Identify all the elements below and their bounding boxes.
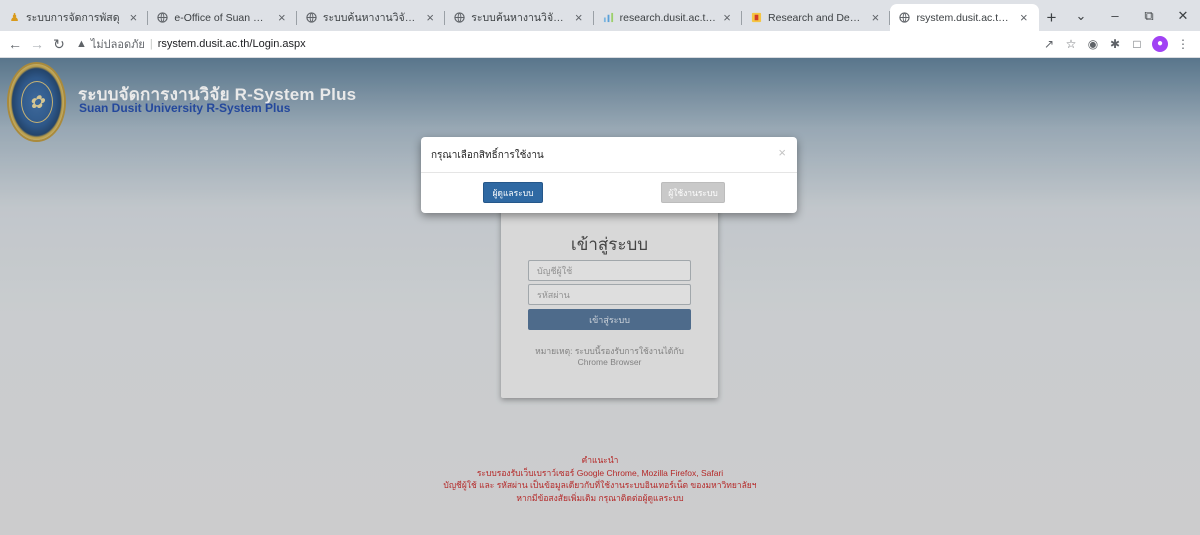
bookmark-star-icon[interactable]: ☆	[1060, 37, 1082, 51]
globe-icon	[156, 11, 169, 24]
close-window-icon[interactable]: ✕	[1166, 8, 1200, 24]
tab-close-icon[interactable]: ×	[720, 10, 734, 25]
globe-icon	[305, 11, 318, 24]
browser-tab[interactable]: e-Office of Suan Dusit Rajabhat ×	[148, 4, 297, 31]
close-icon[interactable]: ×	[778, 145, 786, 160]
window-controls: ⌄ – ⧉ ✕	[1064, 0, 1200, 31]
role-select-modal: กรุณาเลือกสิทธิ์การใช้งาน × ผู้ดูแลระบบ …	[421, 137, 797, 213]
toolbar-actions: ↗ ☆ ◉ ✱ □ ● ⋮	[1038, 36, 1200, 52]
browser-tab[interactable]: ระบบค้นหางานวิจัย มหาวิทยาลัยสวนดุ ×	[445, 4, 594, 31]
url-text[interactable]: rsystem.dusit.ac.th/Login.aspx	[158, 38, 306, 50]
browser-toolbar: ← → ↻ ▲ ไม่ปลอดภัย | rsystem.dusit.ac.th…	[0, 31, 1200, 58]
person-icon: ♟	[9, 12, 20, 24]
browser-tab-active[interactable]: rsystem.dusit.ac.th/Login.aspx ×	[890, 4, 1039, 31]
tab-close-icon[interactable]: ×	[868, 10, 882, 25]
modal-backdrop[interactable]	[0, 58, 1200, 535]
globe-icon	[453, 11, 466, 24]
profile-avatar-icon[interactable]: ●	[1152, 36, 1168, 52]
tab-close-icon[interactable]: ×	[423, 10, 437, 25]
warning-icon[interactable]: ▲	[76, 38, 87, 50]
tab-close-icon[interactable]: ×	[1017, 10, 1031, 25]
menu-kebab-icon[interactable]: ⋮	[1172, 37, 1194, 51]
modal-body: ผู้ดูแลระบบ ผู้ใช้งานระบบ	[421, 173, 797, 213]
share-icon[interactable]: ↗	[1038, 37, 1060, 51]
tab-strip: ♟ ระบบการจัดการพัสดุ × e-Office of Suan …	[0, 0, 1200, 31]
tab-title: rsystem.dusit.ac.th/Login.aspx	[916, 11, 1013, 24]
research-icon	[602, 11, 615, 24]
tab-title: ระบบการจัดการพัสดุ	[26, 12, 120, 24]
minimize-icon[interactable]: –	[1098, 8, 1132, 23]
restore-icon[interactable]: ⧉	[1132, 8, 1166, 24]
globe-icon	[898, 11, 911, 24]
user-role-button[interactable]: ผู้ใช้งานระบบ	[661, 182, 725, 203]
tab-title: ระบบค้นหางานวิจัย มหาวิทยาลัยสวนดุ	[471, 12, 567, 24]
tab-close-icon[interactable]: ×	[275, 10, 289, 25]
camera-icon[interactable]: ◉	[1082, 37, 1104, 51]
browser-tab[interactable]: research.dusit.ac.th สถาบันวิจัยและ ×	[594, 4, 743, 31]
side-panel-icon[interactable]: □	[1126, 37, 1148, 51]
extensions-icon[interactable]: ✱	[1104, 37, 1126, 51]
tab-search-icon[interactable]: ⌄	[1064, 8, 1098, 24]
browser-tab[interactable]: Research and Development Insti ×	[742, 4, 891, 31]
tab-title: e-Office of Suan Dusit Rajabhat	[174, 11, 270, 24]
admin-role-button[interactable]: ผู้ดูแลระบบ	[483, 182, 543, 203]
tab-close-icon[interactable]: ×	[572, 10, 586, 25]
tab-title: ระบบค้นหางานวิจัย มหาวิทยาลัยสวนดุ	[322, 12, 419, 24]
address-separator: |	[149, 38, 153, 50]
reload-icon[interactable]: ↻	[48, 36, 70, 53]
page-viewport: ✿ ระบบจัดการงานวิจัย R-System Plus Suan …	[0, 58, 1200, 535]
tab-title: Research and Development Insti	[768, 11, 864, 24]
back-icon[interactable]: ←	[4, 36, 26, 52]
forward-icon[interactable]: →	[26, 36, 48, 52]
address-bar[interactable]: ▲ ไม่ปลอดภัย | rsystem.dusit.ac.th/Login…	[76, 34, 306, 55]
rdi-icon	[750, 11, 763, 24]
browser-tab[interactable]: ระบบค้นหางานวิจัย มหาวิทยาลัยสวนดุ ×	[297, 4, 446, 31]
tab-title: research.dusit.ac.th สถาบันวิจัยและ	[619, 12, 716, 24]
modal-header: กรุณาเลือกสิทธิ์การใช้งาน ×	[421, 137, 797, 173]
tab-close-icon[interactable]: ×	[126, 10, 140, 25]
new-tab-button[interactable]: +	[1039, 4, 1064, 31]
browser-tab[interactable]: ♟ ระบบการจัดการพัสดุ ×	[0, 4, 149, 31]
modal-title: กรุณาเลือกสิทธิ์การใช้งาน	[431, 150, 544, 161]
security-label: ไม่ปลอดภัย	[90, 39, 145, 51]
